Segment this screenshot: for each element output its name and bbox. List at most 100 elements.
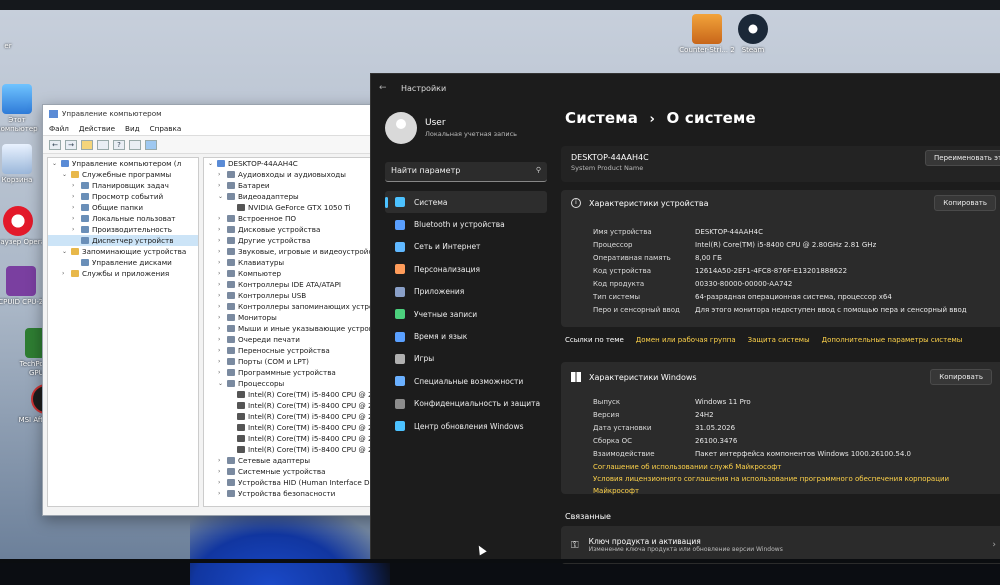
chevron-right-icon[interactable]: ›: [218, 213, 224, 224]
chevron-right-icon[interactable]: ›: [218, 334, 224, 345]
tree-item[interactable]: Intel(R) Core(TM) i5-8400 CPU @ 2.80GHz: [204, 422, 382, 433]
chevron-down-icon[interactable]: ⌄: [218, 191, 224, 202]
tree-item[interactable]: ⌄ Запоминающие устройства: [48, 246, 198, 257]
tree-item[interactable]: › Системные устройства: [204, 466, 382, 477]
tree-item[interactable]: › Встроенное ПО: [204, 213, 382, 224]
copy-device-specs-button[interactable]: Копировать: [934, 195, 996, 211]
tree-item[interactable]: ⌄ Управление компьютером (л: [48, 158, 198, 169]
tree-item[interactable]: Intel(R) Core(TM) i5-8400 CPU @ 2.80GHz: [204, 411, 382, 422]
rename-pc-button[interactable]: Переименовать этот: [925, 150, 1000, 166]
chevron-right-icon[interactable]: ›: [218, 488, 224, 499]
chevron-right-icon[interactable]: ›: [218, 290, 224, 301]
back-arrow-icon[interactable]: ←: [379, 83, 387, 93]
menu-action[interactable]: Действие: [79, 124, 115, 133]
folder-up-icon[interactable]: [81, 139, 93, 150]
chevron-right-icon[interactable]: ›: [218, 466, 224, 477]
tree-item[interactable]: ⌄ Служебные программы: [48, 169, 198, 180]
chevron-right-icon[interactable]: ›: [218, 180, 224, 191]
tree-item[interactable]: › Сетевые адаптеры: [204, 455, 382, 466]
chevron-right-icon[interactable]: ›: [218, 169, 224, 180]
properties-icon[interactable]: [129, 139, 141, 150]
forward-arrow-icon[interactable]: →: [65, 139, 77, 150]
nav-item[interactable]: Персонализация: [385, 258, 547, 280]
chevron-right-icon[interactable]: ›: [218, 257, 224, 268]
tree-item[interactable]: › Другие устройства: [204, 235, 382, 246]
tree-item[interactable]: › Очереди печати: [204, 334, 382, 345]
tree-item[interactable]: › Звуковые, игровые и видеоустройства: [204, 246, 382, 257]
tree-item[interactable]: › Контроллеры запоминающих устройств: [204, 301, 382, 312]
menu-help[interactable]: Справка: [150, 124, 182, 133]
link-license-terms[interactable]: Условия лицензионного соглашения на испо…: [593, 473, 996, 497]
tree-item[interactable]: › Клавиатуры: [204, 257, 382, 268]
chevron-right-icon[interactable]: ›: [62, 268, 68, 279]
tree-item[interactable]: › Батареи: [204, 180, 382, 191]
tree-item[interactable]: Intel(R) Core(TM) i5-8400 CPU @ 2.80GHz: [204, 400, 382, 411]
chevron-right-icon[interactable]: ›: [218, 268, 224, 279]
tree-item[interactable]: › Производительность: [48, 224, 198, 235]
nav-item[interactable]: Система: [385, 191, 547, 214]
tree-item[interactable]: › Контроллеры IDE ATA/ATAPI: [204, 279, 382, 290]
chevron-right-icon[interactable]: ›: [218, 312, 224, 323]
tree-item[interactable]: Управление дисками: [48, 257, 198, 268]
help-icon[interactable]: ?: [113, 139, 125, 150]
chevron-right-icon[interactable]: ›: [218, 246, 224, 257]
nav-item[interactable]: Время и язык: [385, 325, 547, 347]
tree-item[interactable]: ⌄ DESKTOP-44AAH4C: [204, 158, 382, 169]
tree-item[interactable]: Intel(R) Core(TM) i5-8400 CPU @ 2.80GHz: [204, 389, 382, 400]
chevron-right-icon[interactable]: ›: [72, 202, 78, 213]
link-advanced-system-settings[interactable]: Дополнительные параметры системы: [822, 336, 963, 344]
tree-item[interactable]: › Компьютер: [204, 268, 382, 279]
chevron-right-icon[interactable]: ›: [218, 356, 224, 367]
nav-item[interactable]: Конфиденциальность и защита: [385, 393, 547, 415]
chevron-down-icon[interactable]: ⌄: [62, 169, 68, 180]
settings-search-input[interactable]: Найти параметр ⚲: [385, 162, 547, 182]
chevron-right-icon[interactable]: ›: [218, 279, 224, 290]
tree-item[interactable]: › Мониторы: [204, 312, 382, 323]
tree-item[interactable]: › Устройства безопасности: [204, 488, 382, 499]
tree-item[interactable]: › Аудиовходы и аудиовыходы: [204, 169, 382, 180]
chevron-down-icon[interactable]: ⌄: [62, 246, 68, 257]
console-tree-icon[interactable]: [97, 139, 109, 150]
tree-item[interactable]: › Порты (COM и LPT): [204, 356, 382, 367]
chevron-right-icon[interactable]: ›: [218, 345, 224, 356]
nav-item[interactable]: Приложения: [385, 281, 547, 303]
chevron-right-icon[interactable]: ›: [218, 235, 224, 246]
tree-item[interactable]: Intel(R) Core(TM) i5-8400 CPU @ 2.80GHz: [204, 433, 382, 444]
link-domain-workgroup[interactable]: Домен или рабочая группа: [636, 336, 736, 344]
chevron-right-icon[interactable]: ›: [72, 191, 78, 202]
chevron-right-icon[interactable]: ›: [218, 367, 224, 378]
nav-item[interactable]: Сеть и Интернет: [385, 236, 547, 258]
chevron-right-icon[interactable]: ›: [218, 455, 224, 466]
tree-item[interactable]: ⌄ Видеоадаптеры: [204, 191, 382, 202]
menu-file[interactable]: Файл: [49, 124, 69, 133]
desktop-icon-steam[interactable]: Steam: [723, 14, 783, 55]
chevron-right-icon[interactable]: ›: [218, 323, 224, 334]
device-manager-tree[interactable]: ⌄ DESKTOP-44AAH4C › Аудиовходы и аудиовыход…: [203, 157, 383, 507]
nav-item[interactable]: Игры: [385, 348, 547, 370]
monitor-view-icon[interactable]: [145, 139, 157, 150]
tree-item[interactable]: › Дисковые устройства: [204, 224, 382, 235]
nav-item[interactable]: Центр обновления Windows: [385, 415, 547, 437]
cm-titlebar[interactable]: Управление компьютером: [43, 105, 386, 122]
tree-item[interactable]: ⌄ Процессоры: [204, 378, 382, 389]
nav-item[interactable]: Учетные записи: [385, 303, 547, 325]
back-arrow-icon[interactable]: ←: [49, 139, 61, 150]
chevron-right-icon[interactable]: ›: [218, 301, 224, 312]
chevron-down-icon[interactable]: ⌄: [208, 158, 214, 169]
tree-item[interactable]: NVIDIA GeForce GTX 1050 Ti: [204, 202, 382, 213]
tree-item[interactable]: Диспетчер устройств: [48, 235, 198, 246]
tree-item[interactable]: › Программные устройства: [204, 367, 382, 378]
tree-item[interactable]: › Планировщик задач: [48, 180, 198, 191]
desktop-icon-opera[interactable]: Браузер Opera: [0, 206, 48, 247]
user-profile[interactable]: User Локальная учетная запись: [385, 112, 517, 144]
tree-item[interactable]: › Общие папки: [48, 202, 198, 213]
copy-windows-specs-button[interactable]: Копировать: [930, 369, 992, 385]
tree-item[interactable]: › Просмотр событий: [48, 191, 198, 202]
tree-item[interactable]: Intel(R) Core(TM) i5-8400 CPU @ 2.80GHz: [204, 444, 382, 455]
tree-item[interactable]: › Мыши и иные указывающие устройства: [204, 323, 382, 334]
tree-item[interactable]: › Переносные устройства: [204, 345, 382, 356]
device-specs-header[interactable]: i Характеристики устройства: [571, 198, 996, 208]
breadcrumb-parent[interactable]: Система: [565, 109, 638, 127]
chevron-down-icon[interactable]: ⌄: [52, 158, 58, 169]
link-services-agreement[interactable]: Соглашение об использовании служб Майкро…: [593, 461, 996, 473]
